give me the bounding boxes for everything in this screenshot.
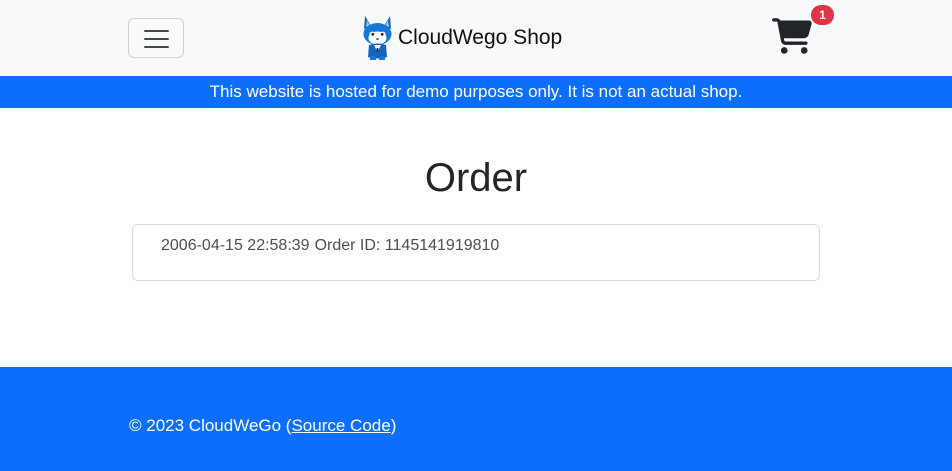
cart-count-badge: 1	[811, 5, 834, 25]
demo-notice-banner: This website is hosted for demo purposes…	[0, 76, 952, 108]
source-code-link[interactable]: Source Code	[291, 416, 390, 435]
hamburger-menu-icon	[144, 30, 169, 32]
navbar: CloudWego Shop 1	[0, 0, 952, 76]
order-list-item[interactable]: 2006-04-15 22:58:39 Order ID: 11451419198…	[161, 237, 499, 255]
shopping-cart-icon	[772, 18, 812, 54]
cloudwego-mascot-logo-icon	[363, 16, 392, 63]
page-title: Order	[424, 156, 528, 200]
order-datetime: 2006-04-15 22:58:39	[161, 237, 310, 254]
brand-link[interactable]: CloudWego Shop	[361, 12, 562, 64]
copyright-text: © 2023 CloudWeGo (	[129, 416, 292, 435]
cart-button[interactable]	[772, 16, 816, 56]
footer: © 2023 CloudWeGo (Source Code)	[0, 367, 952, 471]
order-list: 2006-04-15 22:58:39 Order ID: 11451419198…	[132, 224, 820, 281]
menu-toggle-button[interactable]	[128, 18, 184, 58]
copyright-closing: )	[390, 416, 397, 435]
footer-copyright: © 2023 CloudWeGo (Source Code)	[129, 416, 396, 436]
brand-name: CloudWego Shop	[398, 26, 563, 49]
order-id: Order ID: 1145141919810	[314, 237, 500, 254]
